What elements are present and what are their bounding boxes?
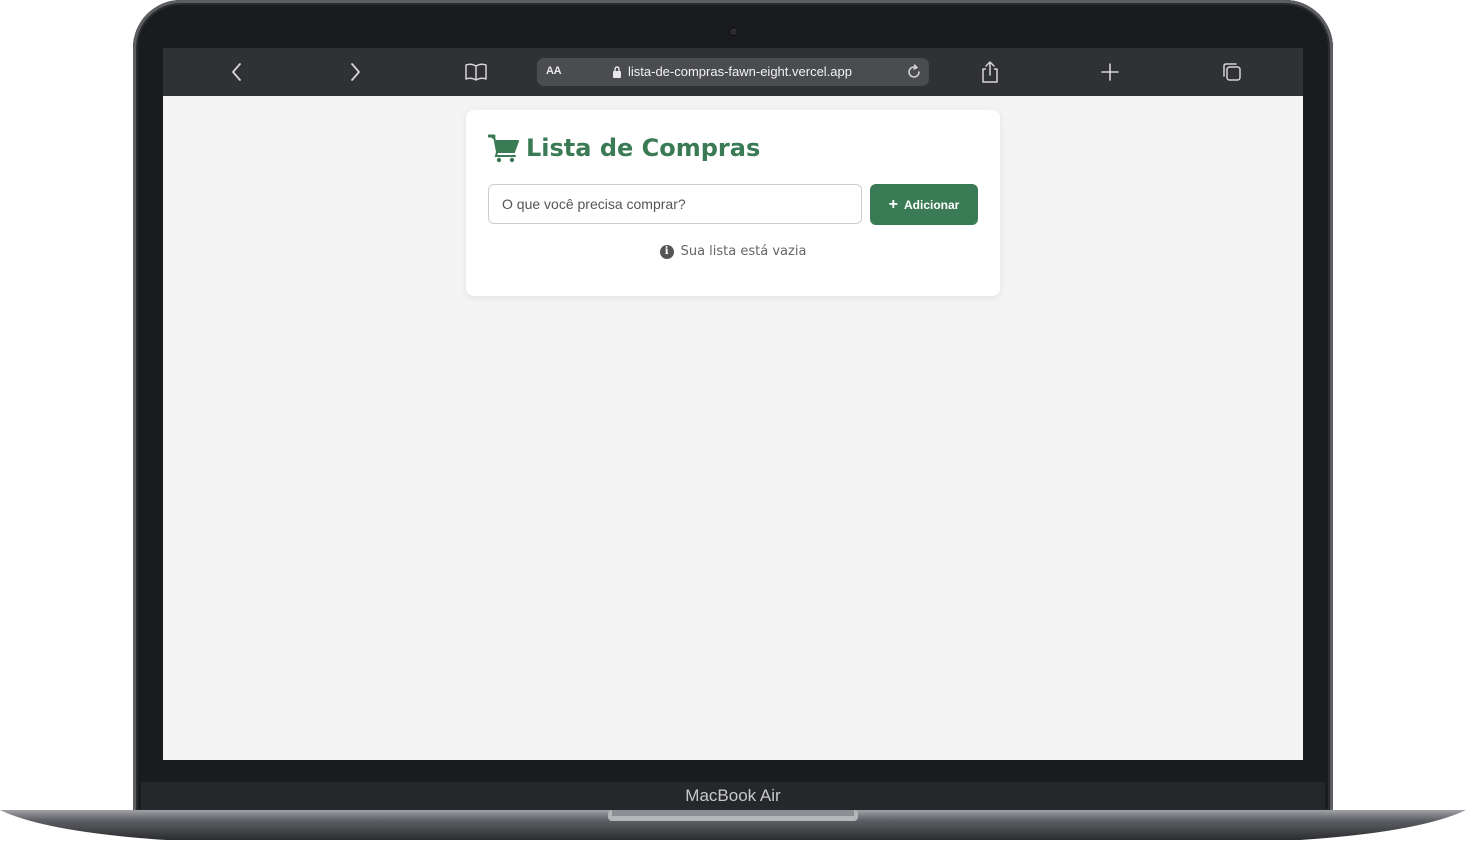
- tabs-icon: [1223, 63, 1241, 81]
- plus-icon: [1101, 63, 1119, 81]
- header: Lista de Compras: [488, 132, 760, 164]
- camera-dot: [730, 28, 737, 35]
- add-button-label: Adicionar: [904, 197, 960, 212]
- bookmarks-button[interactable]: [463, 60, 489, 84]
- chevron-right-icon: [351, 63, 360, 81]
- browser-screen: AA lista-de-compras-fawn-eight.vercel.ap…: [163, 48, 1303, 760]
- chevron-left-icon: [232, 63, 241, 81]
- item-input[interactable]: [488, 184, 862, 224]
- back-button[interactable]: [225, 60, 249, 84]
- book-icon: [465, 63, 487, 81]
- page-title: Lista de Compras: [526, 134, 761, 162]
- tabs-button[interactable]: [1220, 60, 1244, 84]
- add-button[interactable]: + Adicionar: [870, 184, 978, 225]
- shopping-list-card: Lista de Compras + Adicionar i Sua lista…: [466, 110, 1000, 296]
- empty-message: Sua lista está vazia: [680, 244, 807, 259]
- plus-icon: +: [888, 195, 898, 213]
- device-label: MacBook Air: [685, 786, 781, 805]
- cart-icon: [488, 134, 519, 163]
- share-button[interactable]: [978, 60, 1002, 84]
- device-mockup: AA lista-de-compras-fawn-eight.vercel.ap…: [0, 0, 1466, 842]
- url-text: lista-de-compras-fawn-eight.vercel.app: [628, 64, 852, 79]
- laptop-base: [0, 810, 1466, 840]
- new-tab-button[interactable]: [1098, 60, 1122, 84]
- info-icon: i: [659, 244, 674, 259]
- forward-button[interactable]: [343, 60, 367, 84]
- empty-state: i Sua lista está vazia: [466, 244, 1000, 259]
- reader-button[interactable]: AA: [546, 65, 562, 77]
- lock-icon: [613, 66, 621, 78]
- reload-icon[interactable]: [905, 63, 923, 81]
- browser-toolbar: AA lista-de-compras-fawn-eight.vercel.ap…: [163, 48, 1303, 96]
- share-icon: [982, 61, 998, 83]
- address-bar[interactable]: AA lista-de-compras-fawn-eight.vercel.ap…: [537, 58, 929, 86]
